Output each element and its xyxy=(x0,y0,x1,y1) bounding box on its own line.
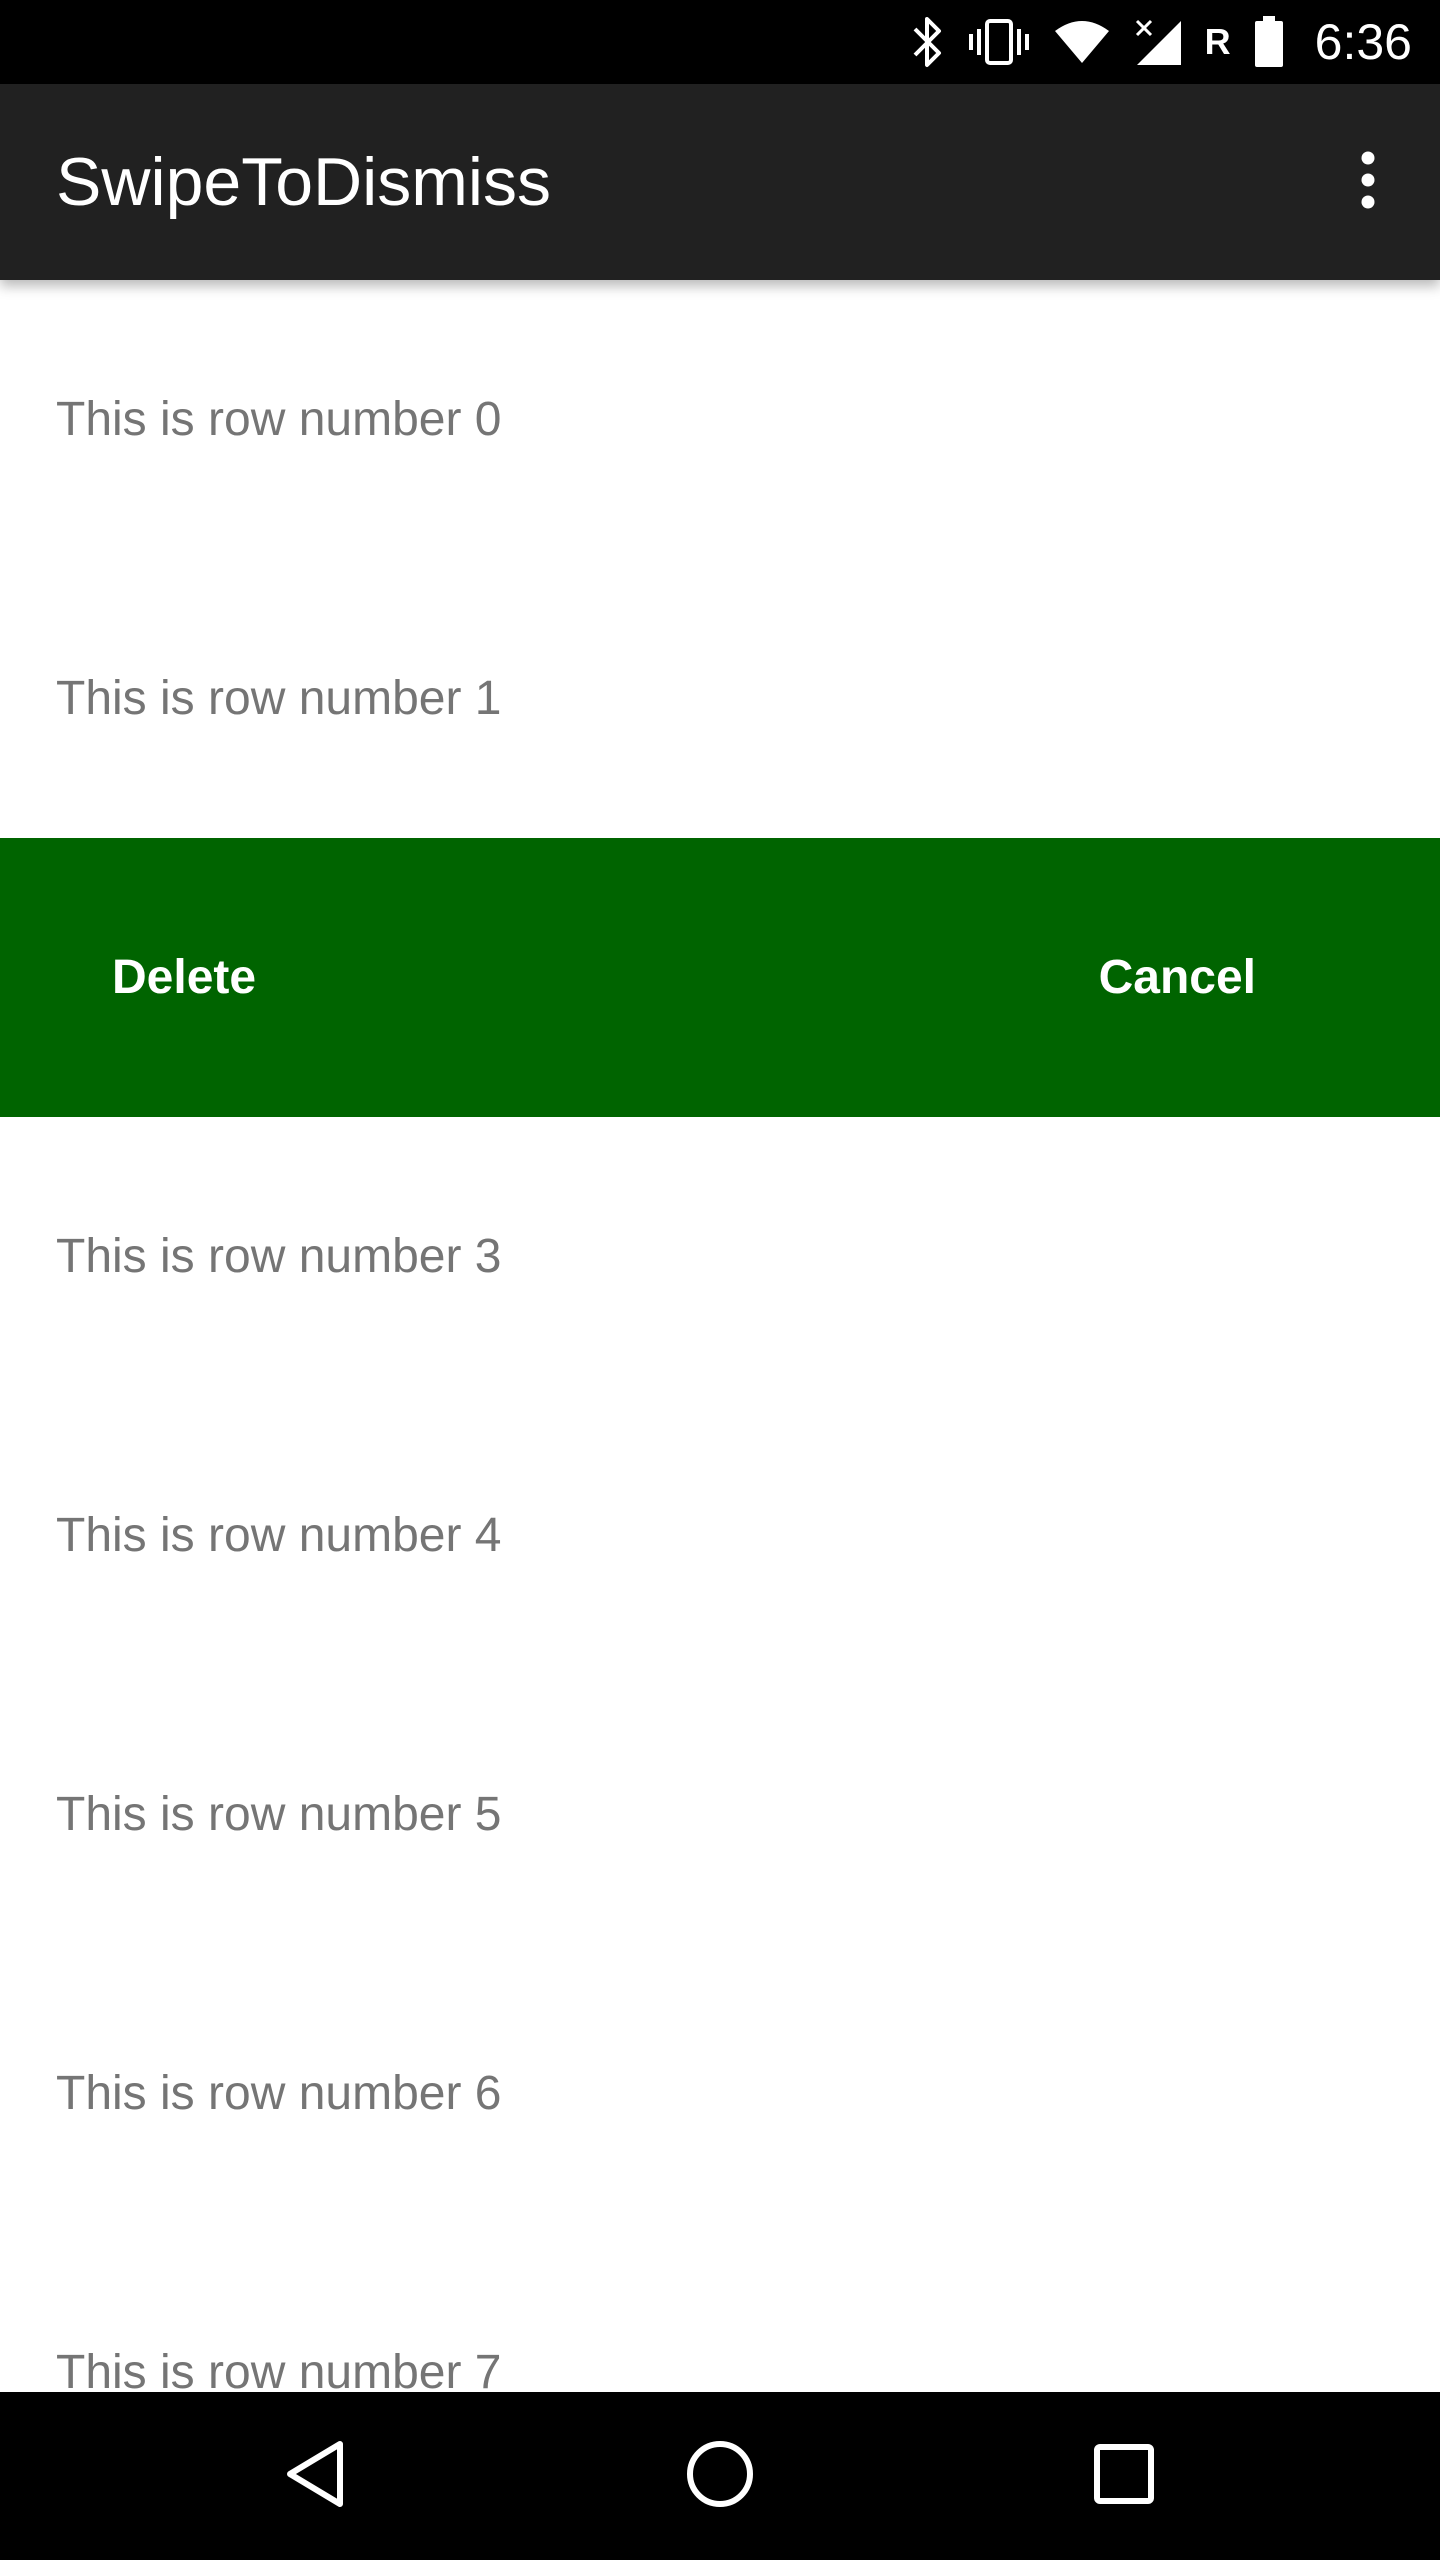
row-text: This is row number 3 xyxy=(56,1230,502,1283)
status-time: 6:36 xyxy=(1314,14,1412,70)
list-item[interactable]: This is row number 7 xyxy=(0,2233,1440,2392)
status-bar: R 6:36 xyxy=(0,0,1440,84)
row-list[interactable]: This is row number 0 This is row number … xyxy=(0,280,1440,2392)
app-bar: SwipeToDismiss xyxy=(0,84,1440,280)
row-text: This is row number 4 xyxy=(56,1509,502,1562)
back-button[interactable] xyxy=(232,2392,400,2560)
home-circle-icon xyxy=(685,2439,755,2514)
list-item[interactable]: This is row number 1 xyxy=(0,559,1440,838)
recents-button[interactable] xyxy=(1040,2392,1208,2560)
bluetooth-icon xyxy=(909,15,945,69)
wifi-icon xyxy=(1053,19,1111,65)
roaming-label: R xyxy=(1204,21,1231,62)
row-text: This is row number 1 xyxy=(56,672,502,725)
vibrate-icon xyxy=(967,17,1031,67)
list-item[interactable]: This is row number 6 xyxy=(0,1954,1440,2233)
swiped-row: Delete Cancel xyxy=(0,838,1440,1117)
status-icons: R 6:36 xyxy=(909,0,1412,84)
list-item[interactable]: This is row number 4 xyxy=(0,1396,1440,1675)
screen: R 6:36 SwipeToDismiss This is row number… xyxy=(0,0,1440,2560)
navigation-bar xyxy=(0,2392,1440,2560)
back-triangle-icon xyxy=(284,2438,348,2515)
cancel-button[interactable]: Cancel xyxy=(1099,838,1256,1117)
list-item[interactable]: This is row number 5 xyxy=(0,1675,1440,1954)
battery-icon xyxy=(1253,16,1285,68)
list-item[interactable]: This is row number 3 xyxy=(0,1117,1440,1396)
delete-button[interactable]: Delete xyxy=(112,838,256,1117)
row-text: This is row number 5 xyxy=(56,1788,502,1841)
row-text: This is row number 0 xyxy=(56,393,502,446)
overflow-menu-icon xyxy=(1358,150,1378,215)
home-button[interactable] xyxy=(636,2392,804,2560)
overflow-menu-button[interactable] xyxy=(1320,134,1416,230)
row-text: This is row number 7 xyxy=(56,2346,502,2392)
app-title: SwipeToDismiss xyxy=(56,144,551,220)
recents-square-icon xyxy=(1093,2443,1155,2510)
list-item[interactable]: This is row number 0 xyxy=(0,280,1440,559)
row-text: This is row number 6 xyxy=(56,2067,502,2120)
signal-icon xyxy=(1133,17,1183,67)
